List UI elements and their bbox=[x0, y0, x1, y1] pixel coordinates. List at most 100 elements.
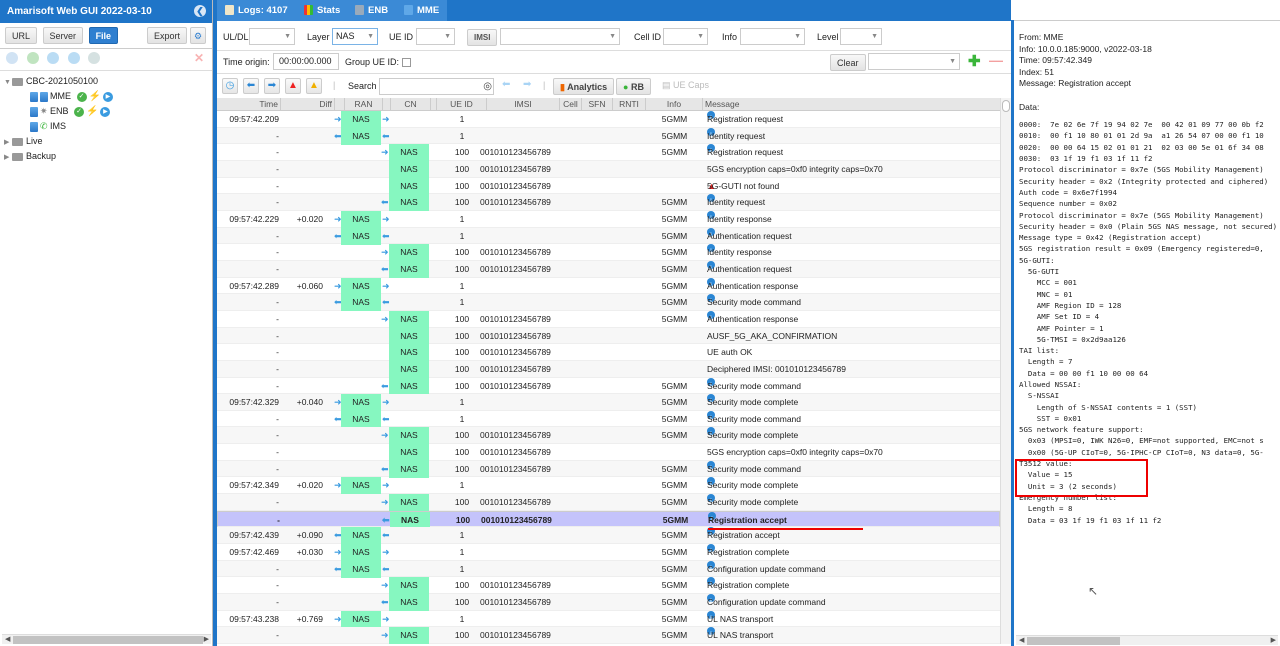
server-button[interactable]: Server bbox=[42, 27, 84, 44]
export-button[interactable]: Export bbox=[147, 27, 188, 44]
column-header-ran[interactable]: RAN bbox=[345, 98, 383, 111]
detail-horizontal-scrollbar[interactable]: ◀ ▶ bbox=[1016, 635, 1278, 645]
table-row-selected[interactable]: - ⬅ NAS 100 001010123456789 5GMM i Registration… bbox=[217, 510, 1000, 529]
layer-select[interactable]: NAS ▼ bbox=[332, 28, 378, 45]
arrow-right-icon[interactable]: ➡ bbox=[264, 78, 280, 94]
group-ueid-checkbox[interactable] bbox=[402, 58, 411, 67]
column-header-rnti[interactable]: RNTI bbox=[613, 98, 646, 111]
expand-icon[interactable]: ▶ bbox=[4, 135, 12, 150]
tab-enb[interactable]: ENB bbox=[347, 0, 398, 21]
tree-node-enb[interactable]: ✷ ENB ✓ ⚡ ▶ bbox=[4, 104, 208, 119]
expand-icon[interactable]: ▼ bbox=[4, 75, 12, 90]
table-row[interactable]: - ⬅ NAS ⬅ 1 5GMM i Security mode command bbox=[217, 294, 1000, 312]
tree-node-mme[interactable]: MME ✓ ⚡ ▶ bbox=[4, 89, 208, 104]
url-button[interactable]: URL bbox=[5, 27, 38, 44]
level-select[interactable]: ▼ bbox=[840, 28, 882, 45]
ueid-select[interactable]: ▼ bbox=[416, 28, 455, 45]
table-row[interactable]: - ➜ NAS 100 001010123456789 5GMM i Security mod… bbox=[217, 494, 1000, 512]
table-vertical-scrollbar[interactable] bbox=[1000, 98, 1011, 644]
table-row[interactable]: - ⬅ NAS ⬅ 1 5GMM i Identity request bbox=[217, 127, 1000, 145]
table-row[interactable]: - ➜ NAS 100 001010123456789 5GMM i Registration… bbox=[217, 144, 1000, 162]
column-header-sfn[interactable]: SFN bbox=[582, 98, 613, 111]
delete-icon[interactable]: ✕ bbox=[194, 51, 204, 65]
table-row[interactable]: - NAS 100 001010123456789 5GS encryption cap… bbox=[217, 444, 1000, 462]
tree-node-ims[interactable]: ✆ IMS bbox=[4, 119, 208, 134]
search-input[interactable]: ◎ bbox=[379, 78, 494, 95]
scrollbar-thumb[interactable] bbox=[13, 636, 203, 644]
table-row[interactable]: 09:57:42.439 +0.090 ⬅ NAS ⬅ 1 5GMM i Registratio… bbox=[217, 527, 1000, 545]
tree-node-backup[interactable]: ▶ Backup bbox=[4, 149, 208, 164]
column-header-imsi[interactable]: IMSI bbox=[487, 98, 560, 111]
column-header-message[interactable]: Message bbox=[703, 98, 1000, 111]
column-header-cn[interactable]: CN bbox=[391, 98, 431, 111]
table-row[interactable]: - ⬅ NAS 100 001010123456789 5GMM i Authenticati… bbox=[217, 260, 1000, 278]
scrollbar-thumb[interactable] bbox=[1002, 100, 1010, 112]
play-icon[interactable]: ▶ bbox=[100, 106, 111, 117]
cellid-select[interactable]: ▼ bbox=[663, 28, 708, 45]
clear-button[interactable]: Clear bbox=[830, 54, 866, 71]
column-header-time[interactable]: Time bbox=[217, 98, 281, 111]
scroll-left-icon[interactable]: ◀ bbox=[5, 635, 10, 645]
table-row[interactable]: 09:57:42.289 +0.060 ➜ NAS ➜ 1 5GMM i Authenticat… bbox=[217, 277, 1000, 295]
tab-mme[interactable]: MME bbox=[396, 0, 449, 21]
play-icon[interactable]: ▶ bbox=[102, 91, 113, 102]
table-row[interactable]: 09:57:42.209 ➜ NAS ➜ 1 5GMM i Registration requ… bbox=[217, 111, 1000, 128]
scrollbar-thumb[interactable] bbox=[1027, 637, 1120, 645]
rb-button[interactable]: ● RB bbox=[616, 78, 651, 95]
tree-node-root[interactable]: ▼ CBC-2021050100 bbox=[4, 74, 208, 89]
error-icon[interactable]: ▲ bbox=[285, 78, 301, 94]
add-icon[interactable]: ✚ bbox=[968, 52, 981, 70]
table-row[interactable]: - ⬅ NAS 100 001010123456789 5GMM i Security mod… bbox=[217, 377, 1000, 395]
table-row[interactable]: - ⬅ NAS ⬅ 1 5GMM i Security mode command bbox=[217, 410, 1000, 428]
tab-logs[interactable]: Logs: 4107 bbox=[217, 0, 297, 21]
wrench-icon[interactable] bbox=[6, 52, 18, 64]
table-row[interactable]: - ⬅ NAS 100 001010123456789 5GMM i Identity req… bbox=[217, 194, 1000, 212]
table-row[interactable]: - NAS 100 001010123456789 AUSF_5G_AKA_CONFIR… bbox=[217, 327, 1000, 345]
table-row[interactable]: - NAS 100 001010123456789 UE auth OK bbox=[217, 344, 1000, 362]
table-row[interactable]: - ⬅ NAS 100 001010123456789 5GMM i Security mod… bbox=[217, 460, 1000, 478]
imsi-select[interactable]: ▼ bbox=[500, 28, 620, 45]
table-row[interactable]: - NAS 100 001010123456789 ▲ 5G-GUTI not found bbox=[217, 177, 1000, 195]
connect-icon[interactable] bbox=[88, 52, 101, 64]
table-row[interactable]: 09:57:42.329 +0.040 ➜ NAS ➜ 1 5GMM i Security mo… bbox=[217, 394, 1000, 412]
prev-match-icon[interactable]: ⬅ bbox=[502, 79, 510, 90]
table-row[interactable]: 09:57:42.229 +0.020 ➜ NAS ➜ 1 5GMM i Identity re… bbox=[217, 210, 1000, 228]
scroll-right-icon[interactable]: ▶ bbox=[1271, 636, 1276, 646]
play-icon[interactable] bbox=[67, 52, 80, 64]
warning-icon[interactable]: ▲ bbox=[306, 78, 322, 94]
refresh-icon[interactable] bbox=[47, 52, 60, 64]
column-header-ueid[interactable]: UE ID bbox=[437, 98, 487, 111]
next-match-icon[interactable]: ➡ bbox=[523, 79, 531, 90]
ue-caps-button[interactable]: ▤ UE Caps bbox=[662, 80, 709, 91]
time-origin-input[interactable]: 00:00:00.000 bbox=[273, 53, 339, 70]
imsi-button[interactable]: IMSI bbox=[467, 29, 498, 46]
settings-icon[interactable]: ⚙ bbox=[190, 27, 207, 44]
column-header-diff[interactable]: Diff bbox=[281, 98, 335, 111]
column-header-cell[interactable]: Cell bbox=[560, 98, 582, 111]
table-row[interactable]: - ⬅ NAS ⬅ 1 5GMM i Configuration update command bbox=[217, 560, 1000, 578]
table-row[interactable]: - ⬅ NAS ⬅ 1 5GMM i Authentication request bbox=[217, 227, 1000, 245]
binoculars-icon[interactable]: ◎ bbox=[483, 79, 492, 94]
file-button[interactable]: File bbox=[88, 27, 119, 44]
table-row[interactable]: - ➜ NAS 100 001010123456789 5GMM i UL NAS trans… bbox=[217, 627, 1000, 644]
info-select[interactable]: ▼ bbox=[740, 28, 805, 45]
table-row[interactable]: - ➜ NAS 100 001010123456789 5GMM i Security mod… bbox=[217, 427, 1000, 445]
table-row[interactable]: 09:57:42.469 +0.030 ➜ NAS ➜ 1 5GMM i Registratio… bbox=[217, 544, 1000, 562]
collapse-panel-icon[interactable]: ❮ bbox=[194, 5, 206, 17]
column-header-info[interactable]: Info bbox=[646, 98, 703, 111]
table-row[interactable]: - ➜ NAS 100 001010123456789 5GMM i Registration… bbox=[217, 577, 1000, 595]
arrow-left-icon[interactable]: ⬅ bbox=[243, 78, 259, 94]
remove-icon[interactable]: — bbox=[989, 52, 1003, 68]
tree-node-live[interactable]: ▶ Live bbox=[4, 134, 208, 149]
table-row[interactable]: 09:57:42.349 +0.020 ➜ NAS ➜ 1 5GMM i Security mo… bbox=[217, 477, 1000, 495]
analytics-button[interactable]: ▮ Analytics bbox=[553, 78, 615, 95]
table-row[interactable]: - ➜ NAS 100 001010123456789 5GMM i Identity res… bbox=[217, 244, 1000, 262]
table-row[interactable]: - NAS 100 001010123456789 5GS encryption cap… bbox=[217, 160, 1000, 178]
table-row[interactable]: - ➜ NAS 100 001010123456789 5GMM i Authenticati… bbox=[217, 310, 1000, 328]
scroll-left-icon[interactable]: ◀ bbox=[1019, 636, 1024, 646]
expand-icon[interactable]: ▶ bbox=[4, 150, 12, 165]
tab-stats[interactable]: Stats bbox=[296, 0, 350, 21]
saved-filter-select[interactable]: ▼ bbox=[868, 53, 960, 70]
table-row[interactable]: - ⬅ NAS 100 001010123456789 5GMM i Configuratio… bbox=[217, 594, 1000, 612]
scroll-right-icon[interactable]: ▶ bbox=[204, 635, 209, 645]
